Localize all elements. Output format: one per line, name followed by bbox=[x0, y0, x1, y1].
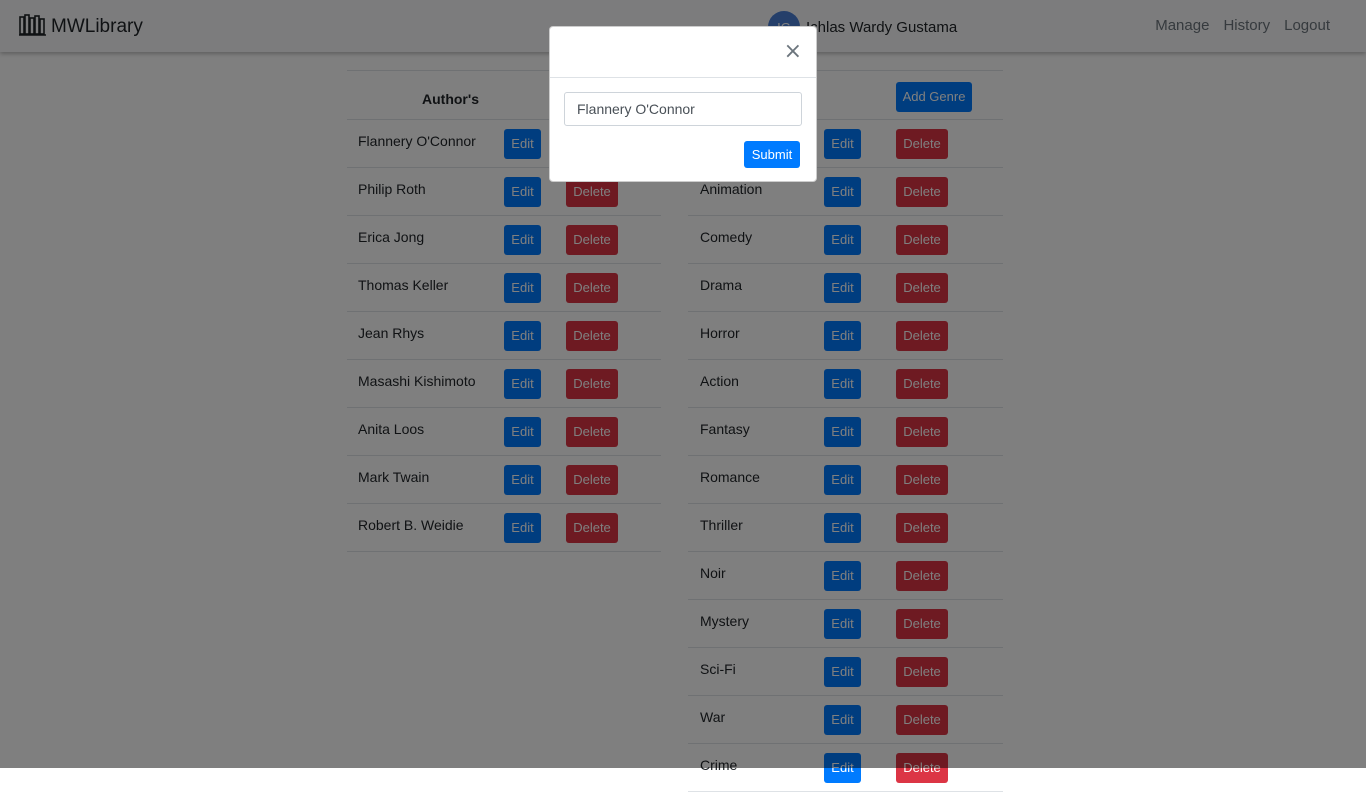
submit-button[interactable]: Submit bbox=[744, 141, 800, 168]
author-name-input[interactable] bbox=[564, 92, 802, 126]
modal-header: × bbox=[550, 27, 816, 78]
edit-modal: × Submit bbox=[549, 26, 817, 182]
close-icon[interactable]: × bbox=[784, 41, 802, 63]
